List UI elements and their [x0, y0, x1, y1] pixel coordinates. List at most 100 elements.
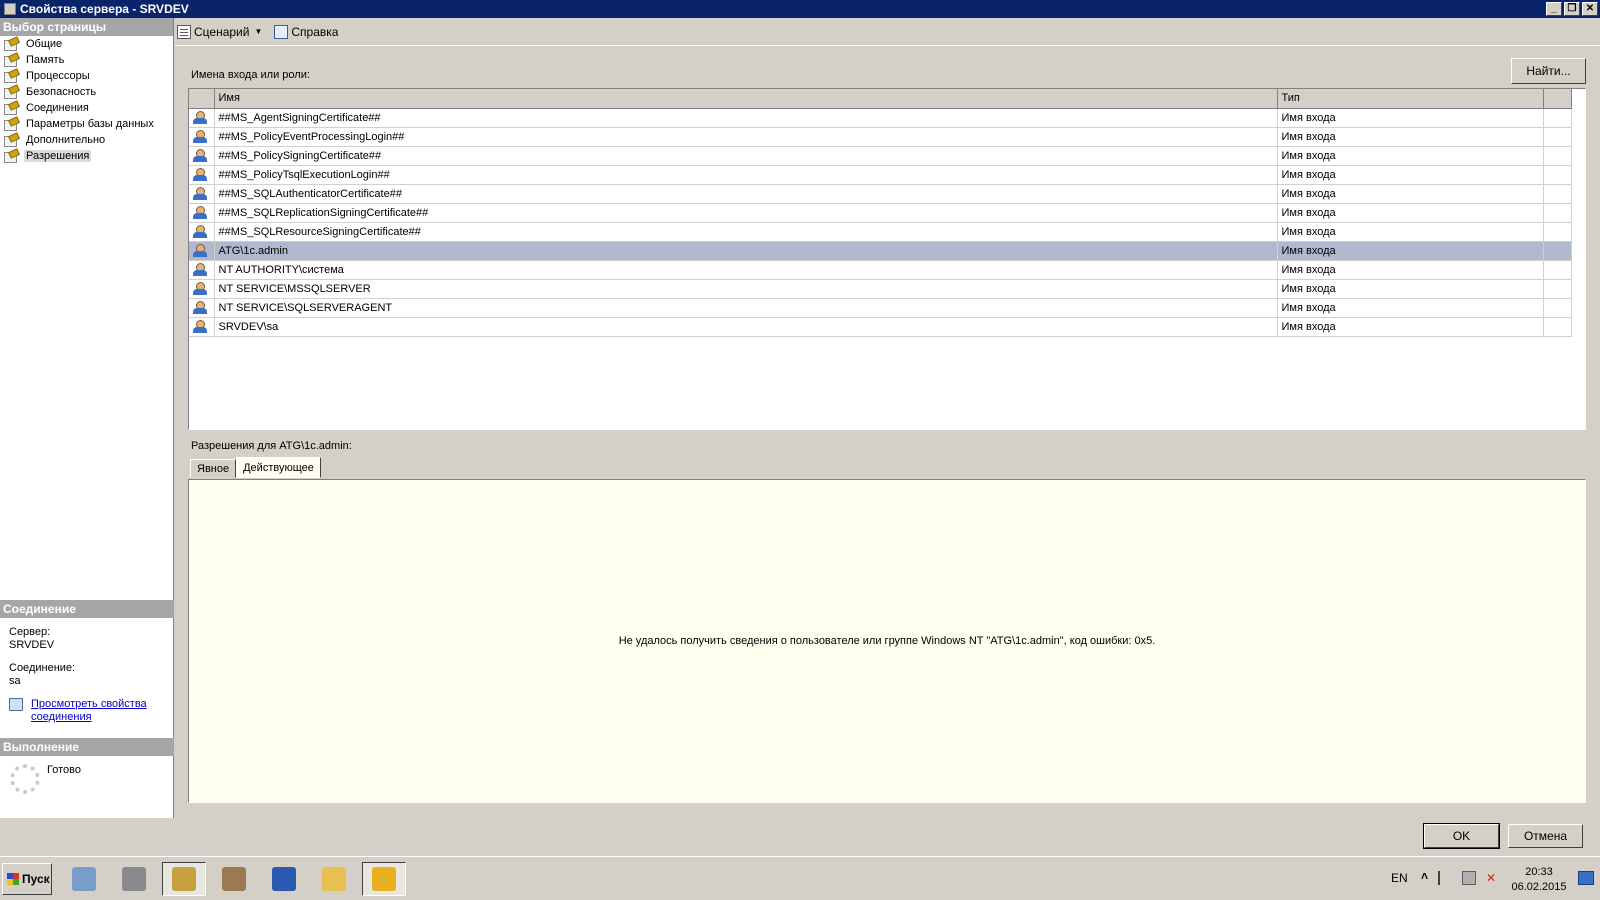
view-connection-properties-link[interactable]: Просмотреть свойства соединения: [31, 698, 165, 724]
user-icon: [193, 320, 207, 333]
script-icon: [177, 24, 191, 39]
clock[interactable]: 20:33 06.02.2015: [1510, 865, 1568, 895]
login-name-cell[interactable]: ##MS_PolicyEventProcessingLogin##: [214, 127, 1278, 147]
taskbar-app-button[interactable]: [362, 862, 406, 896]
table-row[interactable]: ##MS_PolicyTsqlExecutionLogin## Имя входа: [189, 165, 1572, 185]
taskbar-app-button[interactable]: [162, 862, 206, 896]
network-icon[interactable]: [1462, 871, 1476, 885]
login-type-cell[interactable]: Имя входа: [1277, 222, 1544, 242]
table-row[interactable]: NT AUTHORITY\система Имя входа: [189, 260, 1572, 280]
page-item[interactable]: Безопасность: [0, 84, 173, 100]
start-button[interactable]: Пуск: [2, 863, 52, 895]
login-name-cell[interactable]: NT SERVICE\SQLSERVERAGENT: [214, 298, 1278, 318]
cancel-button[interactable]: Отмена: [1508, 824, 1583, 848]
tab-permissions[interactable]: Действующее: [236, 457, 321, 478]
help-button[interactable]: Справка: [274, 24, 338, 39]
login-name-cell[interactable]: ##MS_SQLAuthenticatorCertificate##: [214, 184, 1278, 204]
table-row[interactable]: ##MS_PolicySigningCertificate## Имя входа: [189, 146, 1572, 166]
login-type-cell[interactable]: Имя входа: [1277, 203, 1544, 223]
page-item[interactable]: Разрешения: [0, 148, 173, 164]
permissions-panel: Не удалось получить сведения о пользоват…: [188, 479, 1586, 803]
user-icon: [193, 187, 207, 200]
server-label: Сервер:: [9, 626, 51, 638]
page-icon: [4, 70, 18, 83]
user-icon: [193, 130, 207, 143]
table-row[interactable]: ##MS_SQLResourceSigningCertificate## Имя …: [189, 222, 1572, 242]
taskbar-app-button[interactable]: [262, 862, 306, 896]
login-type-cell[interactable]: Имя входа: [1277, 241, 1544, 261]
login-name-cell[interactable]: ##MS_PolicyTsqlExecutionLogin##: [214, 165, 1278, 185]
page-icon: [4, 54, 18, 67]
taskbar-app-button[interactable]: [212, 862, 256, 896]
permissions-label: Разрешения для ATG\1c.admin:: [191, 440, 352, 452]
maximize-button[interactable]: ❐: [1564, 2, 1580, 16]
language-indicator[interactable]: EN: [1391, 871, 1408, 885]
connection-header: Соединение: [0, 600, 174, 618]
row-icon-cell: [189, 298, 215, 318]
page-item[interactable]: Параметры базы данных: [0, 116, 173, 132]
page-item-label: Память: [26, 54, 65, 66]
type-column-header[interactable]: Тип: [1277, 89, 1544, 109]
tray-expand-icon[interactable]: ˄: [1421, 869, 1428, 883]
table-row[interactable]: ##MS_SQLReplicationSigningCertificate## И…: [189, 203, 1572, 223]
table-row[interactable]: ##MS_AgentSigningCertificate## Имя входа: [189, 108, 1572, 128]
login-name-cell[interactable]: ##MS_PolicySigningCertificate##: [214, 146, 1278, 166]
login-type-cell[interactable]: Имя входа: [1277, 165, 1544, 185]
connection-label: Соединение:: [9, 662, 76, 674]
login-name-cell[interactable]: ##MS_SQLReplicationSigningCertificate##: [214, 203, 1278, 223]
find-button[interactable]: Найти...: [1511, 58, 1586, 84]
page-item[interactable]: Общие: [0, 36, 173, 52]
page-item[interactable]: Соединения: [0, 100, 173, 116]
icon-column-header: [189, 89, 215, 109]
login-type-cell[interactable]: Имя входа: [1277, 108, 1544, 128]
table-row[interactable]: NT SERVICE\MSSQLSERVER Имя входа: [189, 279, 1572, 299]
login-type-cell[interactable]: Имя входа: [1277, 146, 1544, 166]
page-item-label: Разрешения: [24, 150, 92, 162]
show-desktop-icon[interactable]: [1578, 871, 1594, 885]
close-button[interactable]: ✕: [1582, 2, 1598, 16]
help-icon: [274, 24, 289, 39]
page-item[interactable]: Процессоры: [0, 68, 173, 84]
volume-muted-icon[interactable]: ✕: [1486, 871, 1500, 885]
page-item[interactable]: Дополнительно: [0, 132, 173, 148]
logins-label: Имена входа или роли:: [191, 69, 310, 81]
login-name-cell[interactable]: ##MS_AgentSigningCertificate##: [214, 108, 1278, 128]
row-icon-cell: [189, 203, 215, 223]
login-name-cell[interactable]: ATG\1c.admin: [214, 241, 1278, 261]
page-list: Общие Память Процессоры Безопасность Соедине…: [0, 36, 173, 164]
login-name-cell[interactable]: ##MS_SQLResourceSigningCertificate##: [214, 222, 1278, 242]
taskbar-app-button[interactable]: [312, 862, 356, 896]
taskbar-app-button[interactable]: [112, 862, 156, 896]
table-row[interactable]: SRVDEV\sa Имя входа: [189, 317, 1572, 337]
table-row[interactable]: ##MS_SQLAuthenticatorCertificate## Имя вх…: [189, 184, 1572, 204]
login-type-cell[interactable]: Имя входа: [1277, 317, 1544, 337]
execution-status: Готово: [47, 764, 81, 776]
table-row[interactable]: ##MS_PolicyEventProcessingLogin## Имя вхо…: [189, 127, 1572, 147]
login-type-cell[interactable]: Имя входа: [1277, 279, 1544, 299]
login-type-cell[interactable]: Имя входа: [1277, 260, 1544, 280]
table-row[interactable]: ATG\1c.admin Имя входа: [189, 241, 1572, 261]
table-row[interactable]: NT SERVICE\SQLSERVERAGENT Имя входа: [189, 298, 1572, 318]
ok-button[interactable]: OK: [1423, 823, 1500, 849]
login-name-cell[interactable]: NT AUTHORITY\система: [214, 260, 1278, 280]
row-icon-cell: [189, 260, 215, 280]
name-column-header[interactable]: Имя: [214, 89, 1278, 109]
action-center-flag-icon[interactable]: [1438, 871, 1452, 885]
login-type-cell[interactable]: Имя входа: [1277, 184, 1544, 204]
page-item[interactable]: Память: [0, 52, 173, 68]
login-type-cell[interactable]: Имя входа: [1277, 127, 1544, 147]
progress-spinner-icon: [10, 764, 40, 794]
minimize-button[interactable]: _: [1546, 2, 1562, 16]
page-item-label: Соединения: [26, 102, 89, 114]
tools-icon: [222, 867, 246, 891]
login-type-cell[interactable]: Имя входа: [1277, 298, 1544, 318]
tab-permissions[interactable]: Явное: [190, 459, 237, 478]
login-name-cell[interactable]: NT SERVICE\MSSQLSERVER: [214, 279, 1278, 299]
script-button[interactable]: Сценарий ▼: [177, 24, 262, 39]
row-extra-cell: [1543, 317, 1572, 337]
login-name-cell[interactable]: SRVDEV\sa: [214, 317, 1278, 337]
taskbar-app-button[interactable]: [62, 862, 106, 896]
execution-header: Выполнение: [0, 738, 174, 756]
calculator-icon: [72, 867, 96, 891]
chevron-down-icon[interactable]: ▼: [254, 27, 262, 36]
